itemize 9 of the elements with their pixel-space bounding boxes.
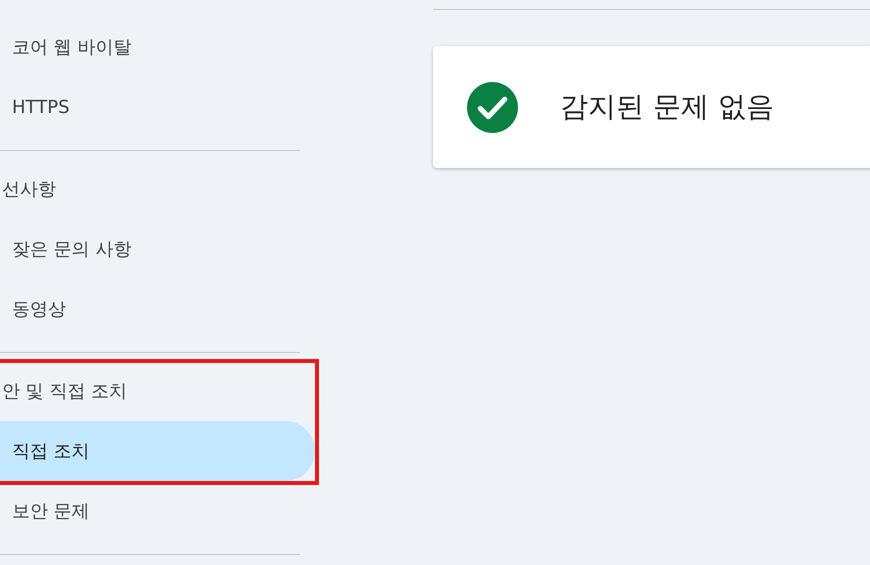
sidebar-item[interactable]: 동영상 — [0, 279, 300, 339]
sidebar-item[interactable]: HTTPS — [0, 77, 300, 137]
sidebar-item[interactable]: 직접 조치 — [0, 421, 315, 481]
section-header: 안 및 직접 조치 — [1, 380, 128, 404]
sidebar-item[interactable]: 보안 문제 — [0, 481, 300, 541]
section-header: 선사항 — [1, 178, 57, 202]
status-message: 감지된 문제 없음 — [560, 89, 774, 125]
sidebar-item[interactable]: 코어 웹 바이탈 — [0, 17, 300, 77]
sidebar-item[interactable]: 잦은 문의 사항 — [0, 219, 300, 279]
